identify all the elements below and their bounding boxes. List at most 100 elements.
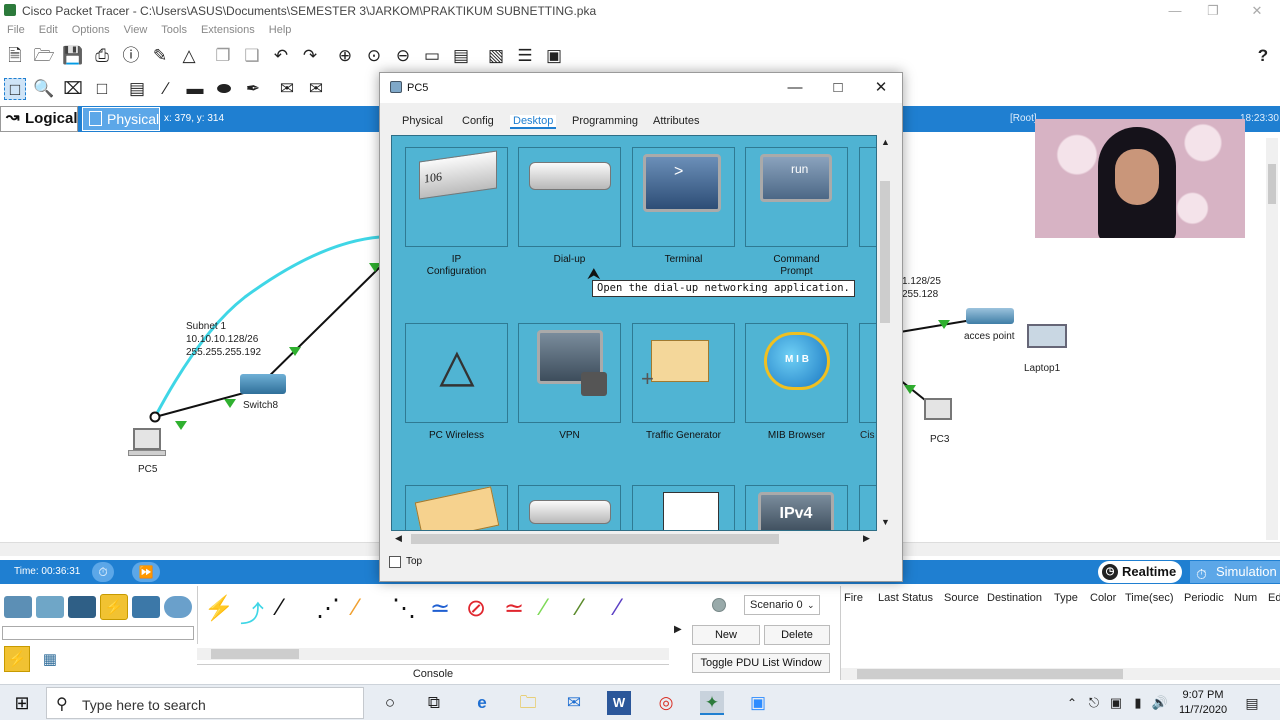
ip-configuration-app[interactable]: 106 — [405, 147, 508, 247]
end-devices-icon[interactable] — [36, 596, 64, 618]
connections-icon[interactable]: ⚡ — [100, 594, 128, 620]
delete-scenario-button[interactable]: Delete — [764, 625, 830, 645]
drawing-palette-icon[interactable]: ▭ — [421, 45, 443, 67]
multiuser-icon[interactable] — [164, 596, 192, 618]
partial-app[interactable] — [859, 147, 876, 247]
scenario-info-icon[interactable] — [712, 598, 726, 612]
dialog-maximize-button[interactable]: □ — [823, 78, 853, 98]
components-icon[interactable] — [68, 596, 96, 618]
coaxial-icon[interactable]: ≃ — [430, 594, 460, 624]
cisco-partial-app[interactable] — [859, 323, 876, 423]
scrollbar-thumb[interactable] — [411, 534, 779, 544]
new-scenario-button[interactable]: New — [692, 625, 760, 645]
dial-up-app[interactable] — [518, 147, 621, 247]
serial-dte-icon[interactable]: ≃ — [504, 594, 534, 624]
scrollbar-thumb[interactable] — [857, 669, 1123, 679]
simulation-mode-button[interactable]: ⏱ Simulation — [1190, 561, 1280, 583]
chrome-icon[interactable]: ◎ — [654, 691, 678, 715]
column-header[interactable]: Periodic — [1184, 592, 1224, 604]
cable-list-scrollbar[interactable] — [197, 648, 669, 660]
usb-cable-icon[interactable]: ∕ — [616, 594, 646, 624]
dialog-minimize-button[interactable]: — — [780, 78, 810, 98]
dialog-close-button[interactable]: ✕ — [866, 78, 896, 98]
menu-extensions[interactable]: Extensions — [194, 22, 262, 38]
column-header[interactable]: Num — [1234, 592, 1257, 604]
miscellaneous-icon[interactable] — [132, 596, 160, 618]
draw-ellipse-icon[interactable]: ⬬ — [213, 78, 235, 100]
column-header[interactable]: Source — [944, 592, 979, 604]
phone-cable-icon[interactable]: ⋱ — [392, 594, 422, 624]
subnet-1-note[interactable]: Subnet 1 10.10.10.128/26 255.255.255.192 — [186, 320, 261, 359]
view-command-log-icon[interactable]: ▧ — [485, 45, 507, 67]
redo-icon[interactable]: ↷ — [299, 45, 321, 67]
help-button[interactable]: ? — [1252, 45, 1274, 67]
fiber-icon[interactable]: ∕ — [354, 594, 384, 624]
pppoe-dialer-app[interactable] — [518, 485, 621, 530]
activity-wizard-icon[interactable]: △ — [178, 45, 200, 67]
taskbar-clock[interactable]: 9:07 PM 11/7/2020 — [1170, 688, 1236, 718]
octal-cable-icon[interactable]: ∕ — [542, 594, 572, 624]
scroll-left-arrow-icon[interactable]: ◀ — [395, 533, 402, 544]
terminal-app[interactable]: > — [632, 147, 735, 247]
copper-cross-icon[interactable]: ⋰ — [316, 594, 346, 624]
save-icon[interactable]: 💾 — [62, 45, 84, 67]
info-icon[interactable]: ⓘ — [120, 45, 142, 67]
select-tool-icon[interactable]: □ — [4, 78, 26, 100]
task-view-icon[interactable]: ⧉ — [422, 691, 446, 715]
tab-config[interactable]: Config — [462, 115, 494, 127]
toggle-pdu-list-button[interactable]: Toggle PDU List Window — [692, 653, 830, 673]
zoom-out-icon[interactable]: ⊖ — [392, 45, 414, 67]
zoom-reset-icon[interactable]: ⊙ — [363, 45, 385, 67]
pc-wireless-app[interactable]: △ — [405, 323, 508, 423]
column-header[interactable]: Destination — [987, 592, 1042, 604]
pc-icon[interactable] — [133, 428, 161, 450]
partial-app[interactable] — [859, 485, 876, 530]
collapse-arrow-icon[interactable]: ▶ — [674, 624, 682, 635]
email-app[interactable] — [405, 485, 508, 530]
console-cable-icon[interactable]: ⤴ — [240, 594, 270, 628]
paste-icon[interactable]: ❑ — [241, 45, 263, 67]
workspace-vertical-scrollbar[interactable] — [1266, 138, 1278, 540]
file-explorer-icon[interactable]: 🗀 — [516, 691, 540, 715]
pc-icon[interactable] — [924, 398, 952, 420]
column-header[interactable]: Fire — [844, 592, 863, 604]
column-header[interactable]: Color — [1090, 592, 1116, 604]
menu-options[interactable]: Options — [65, 22, 117, 38]
word-icon[interactable]: W — [607, 691, 631, 715]
minimize-button[interactable]: — — [1160, 2, 1190, 20]
fast-forward-icon[interactable]: ⏩ — [132, 562, 160, 582]
access-point-icon[interactable] — [966, 308, 1014, 324]
volume-icon[interactable]: 🔊 — [1148, 691, 1172, 715]
column-header[interactable]: Type — [1054, 592, 1078, 604]
physical-tab[interactable]: Physical — [82, 107, 160, 131]
copy-icon[interactable]: ❐ — [212, 45, 234, 67]
pdu-list-icon[interactable]: ☰ — [514, 45, 536, 67]
open-folder-icon[interactable]: 🗁 — [33, 45, 55, 67]
subnet-2-note[interactable]: 1.128/25 255.128 — [902, 275, 941, 301]
scrollbar-thumb[interactable] — [880, 181, 890, 323]
taskbar-search-box[interactable]: ⚲ Type here to search — [46, 687, 364, 719]
tab-attributes[interactable]: Attributes — [653, 115, 699, 127]
device-search-field[interactable] — [2, 626, 194, 640]
traffic-generator-app[interactable]: + — [632, 323, 735, 423]
tab-desktop[interactable]: Desktop — [510, 115, 557, 129]
scroll-right-arrow-icon[interactable]: ▶ — [863, 533, 870, 544]
delete-icon[interactable]: ⌧ — [62, 78, 84, 100]
zoom-in-icon[interactable]: ⊕ — [334, 45, 356, 67]
firewall-ipv4-app[interactable]: IPv4 — [745, 485, 848, 530]
desktop-vertical-scrollbar[interactable]: ▲ ▼ — [877, 135, 894, 531]
microphone-icon[interactable]: ⎋ — [1082, 691, 1106, 715]
realtime-mode-button[interactable]: ◷ Realtime — [1098, 561, 1183, 583]
network-wizard-icon[interactable]: ✎ — [149, 45, 171, 67]
undo-icon[interactable]: ↶ — [270, 45, 292, 67]
iot-custom-cable-icon[interactable]: ∕ — [578, 594, 608, 624]
switch-icon[interactable] — [240, 374, 286, 394]
copper-straight-icon[interactable]: ∕ — [278, 594, 308, 624]
top-checkbox[interactable] — [389, 556, 401, 568]
column-header[interactable]: Time(sec) — [1125, 592, 1173, 604]
power-cycle-icon[interactable]: ⏱ — [92, 562, 114, 582]
menu-tools[interactable]: Tools — [154, 22, 194, 38]
place-note-icon[interactable]: ▤ — [126, 78, 148, 100]
scrollbar-thumb[interactable] — [1268, 164, 1276, 204]
freeform-icon[interactable]: ✒ — [242, 78, 264, 100]
